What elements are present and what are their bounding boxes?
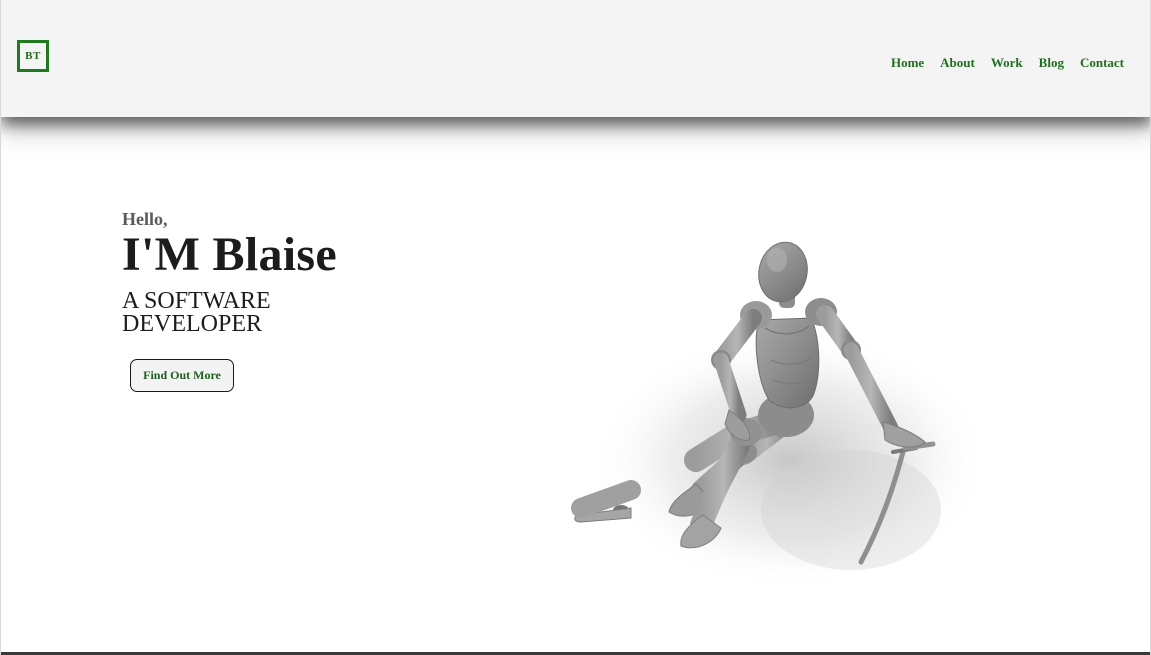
- mannequin-figure-icon: [571, 241, 991, 590]
- nav-contact[interactable]: Contact: [1080, 55, 1124, 71]
- main-nav: Home About Work Blog Contact: [875, 55, 1124, 71]
- hero-role: A SOFTWARE DEVELOPER: [122, 288, 271, 337]
- hero-greeting: Hello,: [122, 209, 168, 229]
- hero-intro: Hello, I'M Blaise A SOFTWARE DEVELOPER: [122, 208, 337, 336]
- nav-home[interactable]: Home: [891, 55, 924, 71]
- site-header: BT Home About Work Blog Contact: [1, 0, 1150, 117]
- hero-mannequin-image: [521, 190, 1001, 620]
- find-out-more-button[interactable]: Find Out More: [130, 359, 234, 392]
- logo-text: BT: [25, 50, 41, 62]
- nav-blog[interactable]: Blog: [1039, 55, 1064, 71]
- page: BT Home About Work Blog Contact Hello, I…: [0, 0, 1151, 655]
- nav-about[interactable]: About: [940, 55, 975, 71]
- logo[interactable]: BT: [17, 40, 49, 72]
- hero-name: I'M Blaise: [122, 228, 337, 281]
- nav-work[interactable]: Work: [991, 55, 1023, 71]
